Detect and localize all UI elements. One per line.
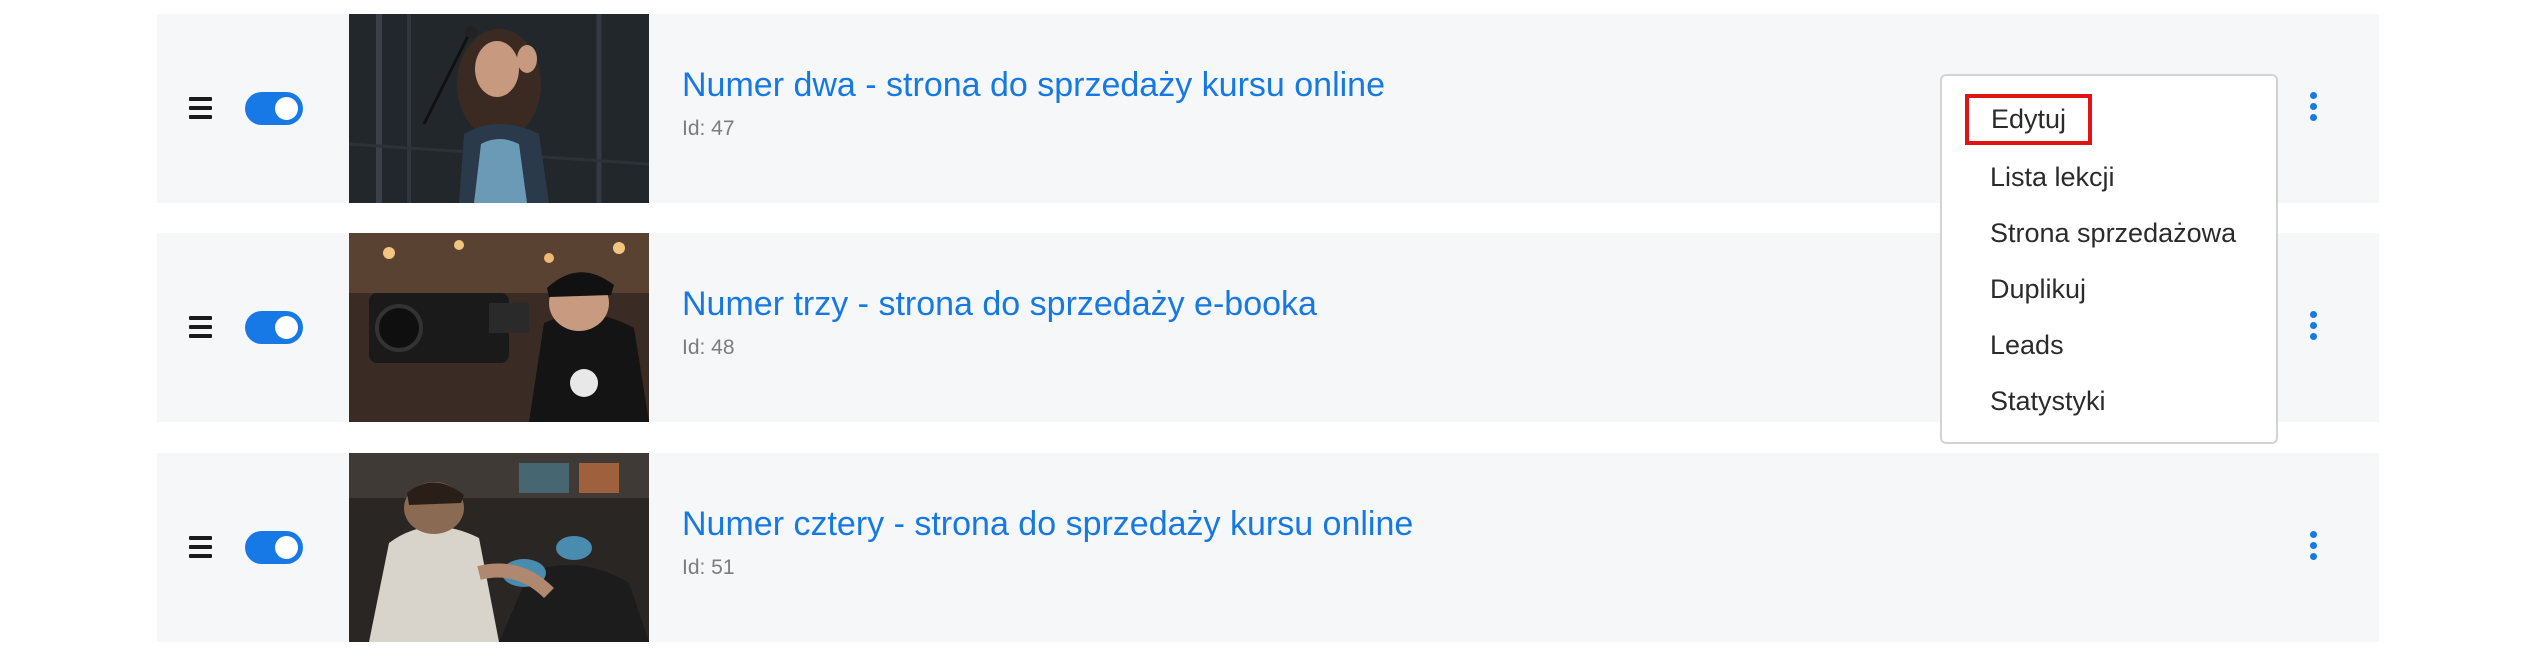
menu-item-edit[interactable]: Edytuj bbox=[1965, 94, 2093, 145]
drag-handle-icon[interactable] bbox=[189, 316, 212, 338]
menu-item-leads[interactable]: Leads bbox=[1990, 330, 2064, 361]
menu-item-lessons[interactable]: Lista lekcji bbox=[1990, 162, 2115, 193]
menu-item-duplicate[interactable]: Duplikuj bbox=[1990, 274, 2086, 305]
course-id: Id: 51 bbox=[682, 556, 735, 579]
course-title-link[interactable]: Numer dwa - strona do sprzedaży kursu on… bbox=[682, 66, 1385, 105]
menu-item-statistics[interactable]: Statystyki bbox=[1990, 386, 2106, 417]
course-id: Id: 47 bbox=[682, 117, 735, 140]
course-thumbnail[interactable] bbox=[349, 453, 649, 642]
publish-toggle[interactable] bbox=[245, 311, 303, 344]
toggle-knob bbox=[275, 316, 298, 339]
course-id: Id: 48 bbox=[682, 336, 735, 359]
publish-toggle[interactable] bbox=[245, 92, 303, 125]
toggle-knob bbox=[275, 536, 298, 559]
publish-toggle[interactable] bbox=[245, 531, 303, 564]
course-thumbnail[interactable] bbox=[349, 14, 649, 203]
menu-item-sales-page[interactable]: Strona sprzedażowa bbox=[1990, 218, 2236, 249]
course-actions-menu: Edytuj Lista lekcji Strona sprzedażowa D… bbox=[1940, 74, 2278, 444]
drag-handle-icon[interactable] bbox=[189, 536, 212, 558]
course-row: Numer cztery - strona do sprzedaży kursu… bbox=[157, 453, 2379, 642]
more-options-icon[interactable] bbox=[2306, 92, 2320, 126]
more-options-icon[interactable] bbox=[2306, 311, 2320, 345]
tattoo-artist-photo-icon bbox=[349, 453, 649, 642]
more-options-icon[interactable] bbox=[2306, 531, 2320, 565]
course-title-link[interactable]: Numer trzy - strona do sprzedaży e-booka bbox=[682, 285, 1317, 324]
course-thumbnail[interactable] bbox=[349, 233, 649, 422]
camera-operator-photo-icon bbox=[349, 233, 649, 422]
drag-handle-icon[interactable] bbox=[189, 97, 212, 119]
course-title-link[interactable]: Numer cztery - strona do sprzedaży kursu… bbox=[682, 505, 1413, 544]
singer-photo-icon bbox=[349, 14, 649, 203]
toggle-knob bbox=[275, 97, 298, 120]
